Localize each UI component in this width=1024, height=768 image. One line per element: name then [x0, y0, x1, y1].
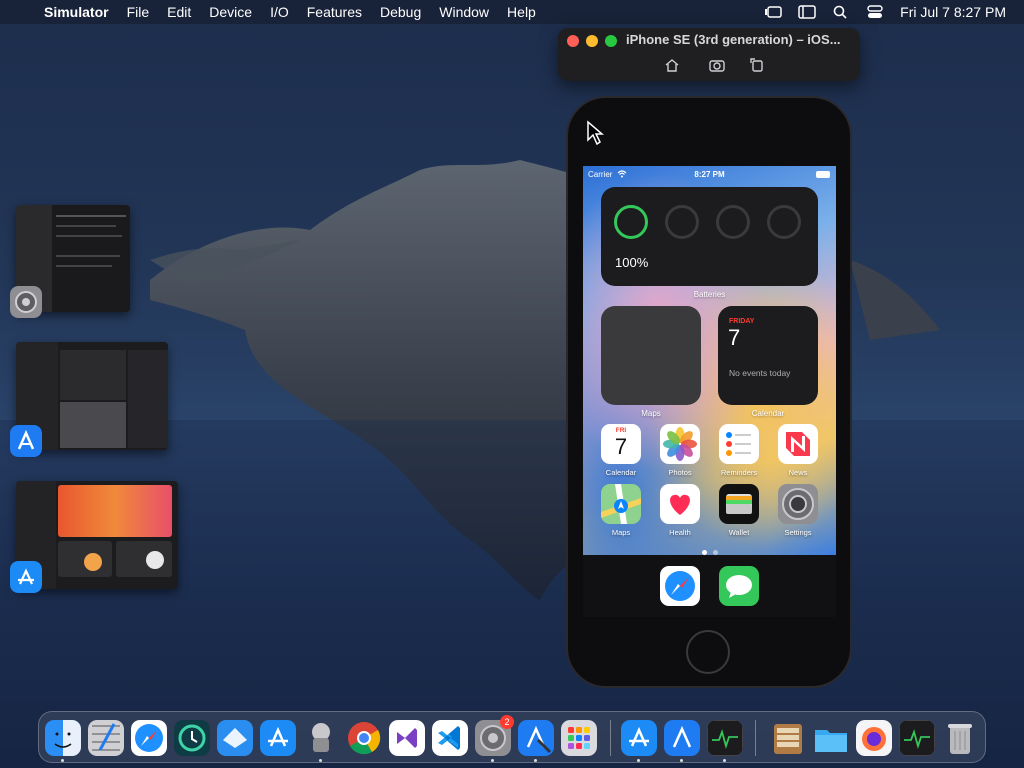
- dock-separator-2: [755, 720, 756, 756]
- iphone-screen: Carrier 8:27 PM 100% Batteries Maps FRID…: [583, 166, 836, 617]
- reminders-icon[interactable]: [719, 424, 759, 464]
- calendar-icon-date: 7: [614, 434, 628, 459]
- minimize-window-button[interactable]: [586, 35, 598, 47]
- xcode-recent-icon[interactable]: [664, 720, 700, 756]
- battery-ring-4: [767, 205, 801, 239]
- safari-dock-icon[interactable]: [131, 720, 167, 756]
- photos-icon[interactable]: [660, 424, 700, 464]
- news-icon[interactable]: [778, 424, 818, 464]
- automator-running-dot: [319, 759, 322, 762]
- finder-icon[interactable]: [45, 720, 81, 756]
- app-store-running-dot: [637, 759, 640, 762]
- home-icon[interactable]: [664, 58, 680, 72]
- finder-running-dot: [61, 759, 64, 762]
- menubar-clock[interactable]: Fri Jul 7 8:27 PM: [900, 4, 1006, 20]
- safari-icon[interactable]: [660, 566, 700, 606]
- photos-app-label: Photos: [668, 468, 692, 477]
- app-store-icon[interactable]: [10, 561, 42, 593]
- news-app-label: News: [788, 468, 808, 477]
- calendar-app-label: Calendar: [605, 468, 637, 477]
- batteries-widget[interactable]: 100%: [601, 187, 818, 286]
- menu-window[interactable]: Window: [430, 0, 498, 24]
- settings-badge: 2: [500, 715, 514, 729]
- dock-separator-1: [610, 720, 611, 756]
- battery-ring-1: [614, 205, 648, 239]
- menu-debug[interactable]: Debug: [371, 0, 430, 24]
- folder-icon[interactable]: [813, 720, 849, 756]
- vscode-icon[interactable]: [432, 720, 468, 756]
- launchpad-icon[interactable]: [561, 720, 597, 756]
- ios-status-bar: Carrier 8:27 PM: [583, 168, 836, 182]
- archive-utility-icon[interactable]: [770, 720, 806, 756]
- simulator-window-toolbar: iPhone SE (3rd generation) – iOS...: [558, 28, 860, 81]
- reminders-app-label: Reminders: [720, 468, 758, 477]
- instruments-icon[interactable]: [88, 720, 124, 756]
- zoom-window-button[interactable]: [605, 35, 617, 47]
- visual-studio-icon[interactable]: [389, 720, 425, 756]
- calendar-widget-day: FRIDAY: [729, 318, 755, 325]
- health-icon[interactable]: [660, 484, 700, 524]
- maps-icon[interactable]: [601, 484, 641, 524]
- chrome-icon[interactable]: [346, 720, 382, 756]
- messages-icon[interactable]: [719, 566, 759, 606]
- xcode-icon[interactable]: [10, 425, 42, 457]
- menu-edit[interactable]: Edit: [158, 0, 200, 24]
- calendar-widget-date: 7: [728, 325, 741, 350]
- simulator-title: iPhone SE (3rd generation) – iOS...: [626, 32, 841, 47]
- time-machine-icon[interactable]: [174, 720, 210, 756]
- maps-widget[interactable]: [601, 306, 701, 405]
- wallet-app-label: Wallet: [728, 528, 750, 537]
- calendar-widget-note: No events today: [729, 368, 791, 378]
- close-window-button[interactable]: [567, 35, 579, 47]
- battery-percent: 100%: [615, 255, 649, 270]
- display-icon[interactable]: [798, 5, 816, 19]
- xcode-running-dot: [534, 759, 537, 762]
- batteries-widget-label: Batteries: [693, 290, 726, 299]
- calendar-widget[interactable]: FRIDAY 7 No events today: [718, 306, 818, 405]
- stage-manager-icon[interactable]: [764, 5, 782, 19]
- calendar-icon-day: FRI: [615, 427, 627, 434]
- home-button[interactable]: [686, 630, 730, 674]
- ios-dock: [583, 555, 836, 617]
- settings-running-dot: [491, 759, 494, 762]
- calendar-icon[interactable]: FRI 7: [601, 424, 641, 464]
- maps-widget-label: Maps: [641, 409, 661, 418]
- xcode-dock-icon[interactable]: [518, 720, 554, 756]
- control-center-icon[interactable]: [866, 5, 884, 19]
- maps-app-label: Maps: [611, 528, 631, 537]
- trash-icon[interactable]: [942, 720, 978, 756]
- app-store-recent-icon[interactable]: [621, 720, 657, 756]
- activity-monitor-icon[interactable]: [707, 720, 743, 756]
- settings-app-label: Settings: [784, 528, 812, 537]
- menu-device[interactable]: Device: [200, 0, 261, 24]
- screenshot-icon[interactable]: [709, 58, 725, 72]
- settings-icon[interactable]: [778, 484, 818, 524]
- firefox-icon[interactable]: [856, 720, 892, 756]
- battery-ring-2: [665, 205, 699, 239]
- system-settings-icon[interactable]: [10, 286, 42, 318]
- menu-file[interactable]: File: [118, 0, 159, 24]
- search-icon[interactable]: [832, 5, 850, 19]
- mouse-cursor-icon: [587, 120, 604, 146]
- calendar-widget-label: Calendar: [751, 409, 785, 418]
- status-time: 8:27 PM: [694, 170, 725, 179]
- xcode-recent-running-dot: [680, 759, 683, 762]
- activity-monitor-running-dot: [723, 759, 726, 762]
- menu-help[interactable]: Help: [498, 0, 545, 24]
- menu-app-name[interactable]: Simulator: [40, 0, 118, 24]
- health-app-label: Health: [669, 528, 691, 537]
- menu-bar: Simulator File Edit Device I/O Features …: [0, 0, 1024, 24]
- battery-icon: [816, 171, 830, 178]
- activity-monitor-doc-icon[interactable]: [899, 720, 935, 756]
- wallet-icon[interactable]: [719, 484, 759, 524]
- menu-io[interactable]: I/O: [261, 0, 298, 24]
- battery-ring-3: [716, 205, 750, 239]
- rotate-icon[interactable]: [749, 58, 765, 72]
- automator-icon[interactable]: [303, 720, 339, 756]
- app-store-dock-icon[interactable]: [260, 720, 296, 756]
- menu-features[interactable]: Features: [298, 0, 371, 24]
- testflight-icon[interactable]: [217, 720, 253, 756]
- macos-dock: 2: [38, 711, 986, 763]
